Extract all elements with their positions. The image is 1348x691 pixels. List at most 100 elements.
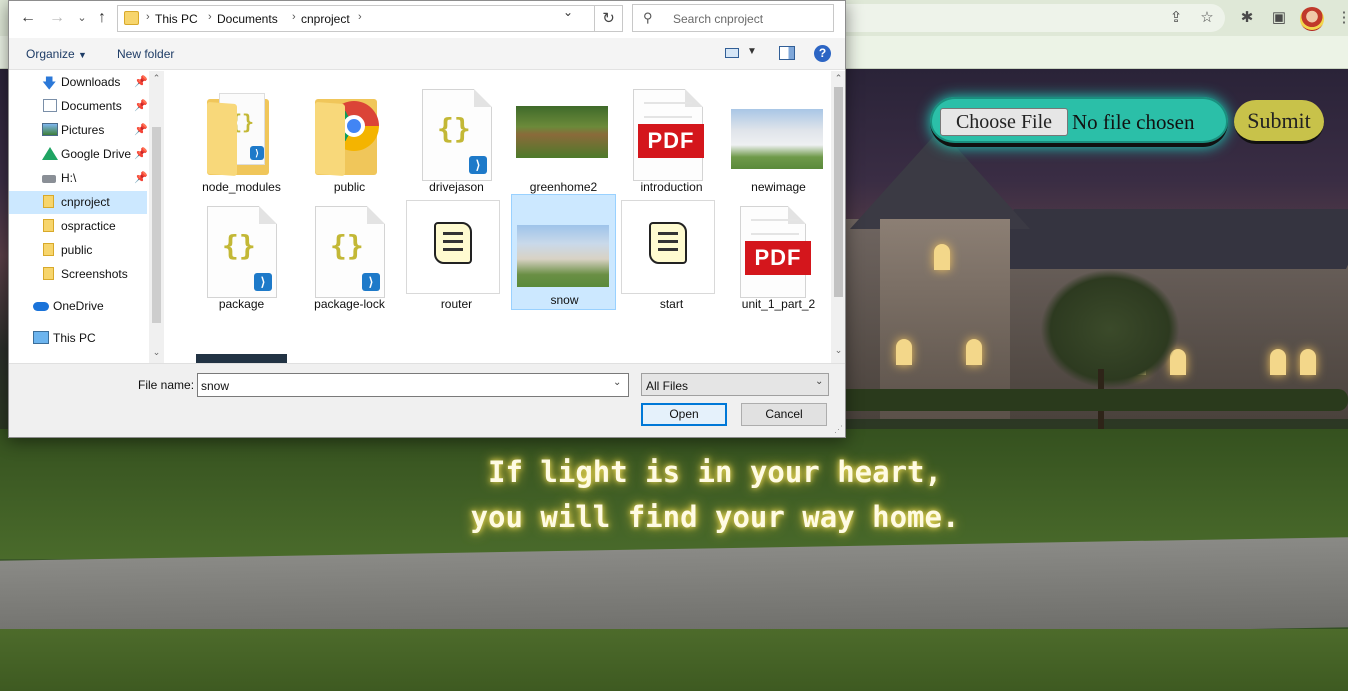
file-item-public[interactable]: public	[297, 81, 402, 198]
vscode-icon: ⟩	[254, 273, 272, 291]
search-box[interactable]: ⚲ Search cnproject	[632, 4, 834, 32]
folder-icon	[43, 267, 54, 280]
file-name: unit_1_part_2	[741, 297, 816, 311]
sidebar-item-downloads[interactable]: 🡇 Downloads 📌	[9, 71, 148, 94]
share-icon[interactable]: ⇪	[1166, 8, 1186, 28]
open-button[interactable]: Open	[641, 403, 727, 426]
submit-button[interactable]: Submit	[1234, 100, 1324, 144]
sidebar-item-this-pc[interactable]: This PC	[9, 327, 147, 350]
file-item-unit-1-part-2[interactable]: PDF unit_1_part_2	[726, 198, 831, 315]
quote-line: you will find your way home.	[470, 500, 960, 534]
chevron-right-icon: ›	[358, 11, 362, 23]
scroll-down-icon[interactable]: ⌄	[831, 345, 846, 356]
file-item-router[interactable]: router	[404, 198, 509, 315]
sidebar-item-label: OneDrive	[53, 299, 104, 313]
script-line	[658, 240, 678, 243]
recent-locations-icon[interactable]: ⌄	[71, 7, 93, 29]
up-arrow-icon[interactable]: ↑	[91, 7, 113, 29]
sidebar-item-ospractice[interactable]: ospractice	[9, 215, 147, 238]
sidebar-item-onedrive[interactable]: OneDrive	[9, 295, 147, 318]
new-folder-button[interactable]: New folder	[117, 47, 174, 61]
quote: If light is in your heart, you will find…	[440, 450, 990, 540]
file-type-select[interactable]: All Files	[641, 373, 829, 396]
no-file-text: No file chosen	[1072, 110, 1195, 134]
chevron-down-icon[interactable]: ⌄	[613, 377, 621, 388]
forward-arrow-icon[interactable]: →	[46, 7, 68, 29]
pdf-file-icon: PDF	[740, 206, 811, 298]
file-name: greenhome2	[529, 180, 598, 194]
file-item-greenhome2[interactable]: greenhome2	[511, 81, 616, 198]
window-light	[934, 244, 950, 270]
script-line	[443, 232, 463, 235]
breadcrumb-documents[interactable]: Documents	[217, 12, 278, 26]
help-icon[interactable]: ?	[814, 45, 831, 62]
vscode-icon: ⟩	[469, 156, 487, 174]
image-thumbnail	[731, 109, 823, 169]
resize-grip-icon[interactable]: ⋰	[834, 424, 843, 435]
window-light	[1300, 349, 1316, 375]
file-name: snow	[550, 293, 579, 307]
sidebar-item-label: Documents	[61, 99, 122, 113]
sidebar-item-label: H:\	[61, 171, 77, 185]
preview-pane-icon[interactable]	[779, 46, 795, 60]
partial-image-thumbnail	[196, 354, 287, 363]
file-item-start[interactable]: start	[619, 198, 724, 315]
caret-down-icon[interactable]: ▼	[747, 46, 757, 57]
file-item-drivejason[interactable]: {} ⟩ drivejason	[404, 81, 509, 198]
chevron-down-icon[interactable]: ⌄	[563, 5, 573, 19]
file-name-label: File name:	[138, 378, 195, 392]
file-item-newimage[interactable]: newimage	[726, 81, 831, 198]
file-name: package	[218, 297, 265, 311]
sidebar-item-screenshots[interactable]: Screenshots	[9, 263, 147, 286]
profile-avatar[interactable]	[1300, 7, 1324, 31]
navigation-pane: 🡇 Downloads 📌 Documents 📌 Pictures 📌 Goo…	[9, 71, 164, 363]
side-panel-icon[interactable]: ▣	[1269, 8, 1289, 28]
organize-button[interactable]: Organize ▼	[26, 47, 87, 61]
change-view-icon[interactable]	[725, 48, 739, 58]
sidebar-item-pictures[interactable]: Pictures 📌	[9, 119, 148, 142]
scroll-up-icon[interactable]: ⌃	[149, 73, 164, 84]
chevron-down-icon[interactable]: ⌄	[815, 376, 823, 387]
folder-icon	[43, 195, 54, 208]
sidebar-item-documents[interactable]: Documents 📌	[9, 95, 148, 118]
sidebar-scrollbar-thumb[interactable]	[152, 127, 161, 323]
refresh-icon[interactable]: ↻	[595, 5, 623, 32]
sidebar-item-google-drive[interactable]: Google Drive 📌	[9, 143, 148, 166]
file-grid-scrollbar-thumb[interactable]	[834, 87, 843, 297]
documents-icon	[43, 99, 57, 112]
sidebar-item-h-drive[interactable]: H:\ 📌	[9, 167, 148, 190]
file-item-package[interactable]: {} ⟩ package	[189, 198, 294, 315]
choose-file-button[interactable]: Choose File	[940, 108, 1068, 136]
pictures-icon	[42, 123, 58, 136]
file-item-node-modules[interactable]: {} ⟩ node_modules	[189, 81, 294, 198]
file-item-package-lock[interactable]: {} ⟩ package-lock	[297, 198, 402, 315]
scroll-up-icon[interactable]: ⌃	[831, 73, 846, 84]
sidebar-item-public[interactable]: public	[9, 239, 147, 262]
organize-label: Organize	[26, 47, 75, 61]
script-file-icon	[434, 222, 472, 264]
scroll-down-icon[interactable]: ⌄	[149, 347, 164, 358]
breadcrumb-this-pc[interactable]: This PC	[155, 12, 198, 26]
file-name: introduction	[640, 180, 703, 194]
cancel-button[interactable]: Cancel	[741, 403, 827, 426]
text-lines	[644, 102, 692, 118]
window-light	[896, 339, 912, 365]
extensions-icon[interactable]: ✱	[1237, 8, 1257, 28]
file-grid: {}⟩ node_modules public {} ⟩ drivejason	[164, 71, 831, 363]
more-icon[interactable]: ⋮	[1334, 8, 1348, 28]
pin-icon: 📌	[134, 100, 148, 112]
image-thumbnail	[517, 225, 609, 287]
script-line	[443, 240, 463, 243]
star-icon[interactable]: ☆	[1197, 8, 1217, 28]
address-bar[interactable]: › This PC › Documents › cnproject ›	[117, 5, 595, 32]
dialog-toolbar: Organize ▼ New folder ▼ ?	[9, 38, 845, 70]
breadcrumb-cnproject[interactable]: cnproject	[301, 12, 350, 26]
file-item-snow[interactable]: snow	[511, 194, 616, 310]
file-item-introduction[interactable]: PDF introduction	[619, 81, 724, 198]
text-lines	[751, 219, 799, 235]
sidebar-item-label: Pictures	[61, 123, 105, 137]
sidebar-item-cnproject[interactable]: cnproject	[9, 191, 147, 214]
back-arrow-icon[interactable]: ←	[17, 7, 39, 29]
address-row: ← → ⌄ ↑ › This PC › Documents › cnprojec…	[9, 1, 845, 37]
file-name-input[interactable]: snow	[197, 373, 629, 397]
